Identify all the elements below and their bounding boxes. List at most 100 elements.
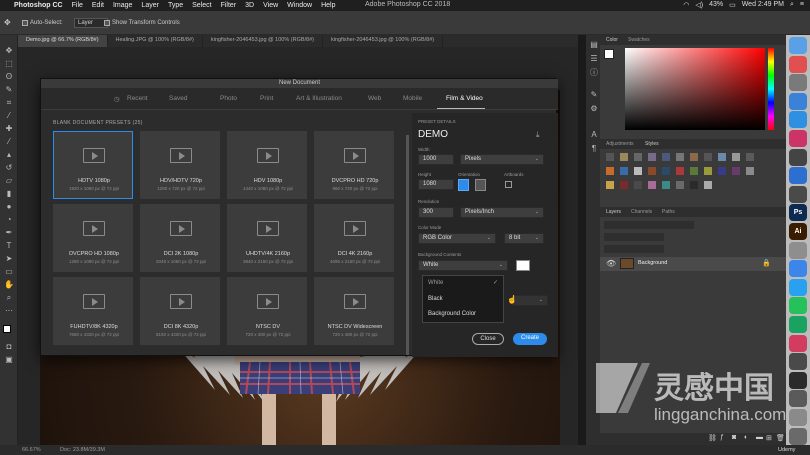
dock-app-icon[interactable] xyxy=(789,167,807,185)
dock-app-icon[interactable] xyxy=(789,316,807,333)
dock-app-icon[interactable] xyxy=(789,353,807,371)
menu-image[interactable]: Image xyxy=(113,2,132,9)
dock-app-icon[interactable] xyxy=(789,92,807,110)
width-unit-select[interactable]: Pixels ⌄ xyxy=(460,154,544,165)
clock[interactable]: Wed 2:49 PM xyxy=(742,1,784,9)
foreground-color-swatch[interactable] xyxy=(604,49,614,59)
eyedropper-tool-icon[interactable]: ⁄ xyxy=(4,112,14,120)
preset-card[interactable]: DCI 4K 2160p 4096 x 2160 px @ 72 ppi xyxy=(314,204,394,272)
stamp-tool-icon[interactable]: ▴ xyxy=(4,151,14,159)
close-button[interactable]: Close xyxy=(472,333,504,345)
height-input[interactable]: 1080 xyxy=(418,179,454,190)
dock-app-icon[interactable]: Ai xyxy=(789,223,807,240)
menu-help[interactable]: Help xyxy=(321,2,335,9)
portrait-orientation-icon[interactable] xyxy=(458,179,469,191)
info-panel-icon[interactable]: ⓘ xyxy=(589,69,599,77)
eraser-tool-icon[interactable]: ▱ xyxy=(4,177,14,185)
trash-icon[interactable]: 🗑 xyxy=(776,434,785,442)
dock-app-icon[interactable] xyxy=(789,260,807,278)
zoom-level[interactable]: 66.67% xyxy=(22,447,41,453)
styles-swatches[interactable] xyxy=(606,153,766,199)
layer-row-background[interactable]: 👁 Background 🔒 xyxy=(600,257,786,271)
tab-saved[interactable]: Saved xyxy=(169,95,187,102)
menu-file[interactable]: File xyxy=(72,2,83,9)
preset-card[interactable]: UHDTV/4K 2160p 3840 x 2160 px @ 72 ppi xyxy=(227,204,307,272)
fx-icon[interactable]: ƒ xyxy=(720,434,724,441)
character-panel-icon[interactable]: A xyxy=(589,131,599,139)
foreground-color-swatch[interactable] xyxy=(3,325,11,333)
menu-item-black[interactable]: Black xyxy=(423,292,503,307)
doc-tab-healing[interactable]: Healing.JPG @ 100% (RGB/8#) xyxy=(108,35,203,47)
dock-app-icon[interactable] xyxy=(789,278,807,296)
zoom-tool-icon[interactable]: ⌕ xyxy=(4,294,14,302)
tab-paths[interactable]: Paths xyxy=(662,209,675,215)
landscape-orientation-icon[interactable] xyxy=(475,179,486,191)
tab-film-video[interactable]: Film & Video xyxy=(446,95,483,102)
preset-card[interactable]: DVCPRO HD 1080p 1280 x 1080 px @ 72 ppi xyxy=(53,204,133,272)
dock-app-icon[interactable] xyxy=(789,130,807,147)
menu-list-icon[interactable]: ≡ xyxy=(800,1,804,9)
menu-view[interactable]: View xyxy=(263,2,278,9)
tab-recent[interactable]: Recent xyxy=(127,95,148,102)
menu-window[interactable]: Window xyxy=(287,2,312,9)
color-picker-field[interactable] xyxy=(625,48,765,130)
lasso-tool-icon[interactable]: ʘ xyxy=(4,73,14,81)
tab-web[interactable]: Web xyxy=(368,95,381,102)
menu-layer[interactable]: Layer xyxy=(141,2,159,9)
tab-channels[interactable]: Channels xyxy=(631,209,652,215)
properties-panel-icon[interactable]: ☰ xyxy=(589,55,599,63)
preset-card[interactable]: HDV 1080p 1440 x 1080 px @ 72 ppi xyxy=(227,131,307,199)
gradient-tool-icon[interactable]: ▮ xyxy=(4,190,14,198)
new-layer-icon[interactable]: ⊞ xyxy=(766,434,772,442)
healing-tool-icon[interactable]: ✚ xyxy=(4,125,14,133)
artboards-checkbox[interactable] xyxy=(505,181,512,188)
preset-card[interactable]: DVCPRO HD 720p 960 x 720 px @ 72 ppi xyxy=(314,131,394,199)
brush-panel-icon[interactable]: ✎ xyxy=(589,91,599,99)
volume-icon[interactable]: ◁) xyxy=(695,1,703,9)
adjustment-layer-icon[interactable]: ◐ xyxy=(744,434,748,441)
blur-tool-icon[interactable]: ● xyxy=(4,203,14,211)
dock-app-icon[interactable] xyxy=(789,55,807,73)
quick-mask-icon[interactable]: ◘ xyxy=(4,343,14,351)
brush-tool-icon[interactable]: ⁄ xyxy=(4,138,14,146)
background-color-swatch[interactable] xyxy=(516,260,530,271)
tab-color[interactable]: Color xyxy=(606,37,618,43)
dock-app-icon[interactable] xyxy=(789,371,807,389)
folder-icon[interactable]: ▬ xyxy=(756,434,763,441)
menu-edit[interactable]: Edit xyxy=(92,2,104,9)
color-mode-select[interactable]: RGB Color ⌄ xyxy=(418,233,496,244)
advanced-options-select[interactable]: ⌄ xyxy=(512,295,548,306)
pen-tool-icon[interactable]: ✒ xyxy=(4,229,14,237)
path-select-tool-icon[interactable]: ➤ xyxy=(4,255,14,263)
dock-app-icon[interactable] xyxy=(789,390,807,408)
document-name[interactable]: DEMO xyxy=(418,129,448,140)
dock-app-icon[interactable] xyxy=(789,37,807,54)
dock-app-icon[interactable] xyxy=(789,427,807,445)
dock-app-icon[interactable] xyxy=(789,185,807,203)
link-layers-icon[interactable]: ⛓ xyxy=(708,434,717,442)
bit-depth-select[interactable]: 8 bit ⌄ xyxy=(504,233,544,244)
lock-options[interactable] xyxy=(604,245,664,253)
eye-icon[interactable]: 👁 xyxy=(606,259,616,268)
tab-layers[interactable]: Layers xyxy=(606,209,621,215)
doc-tab-kingfisher-1[interactable]: kingfisher-2046453.jpg @ 100% (RGB/8#) xyxy=(203,35,323,47)
tab-swatches[interactable]: Swatches xyxy=(628,37,650,43)
tab-adjustments[interactable]: Adjustments xyxy=(606,141,634,147)
hand-tool-icon[interactable]: ✋ xyxy=(4,281,14,289)
crop-tool-icon[interactable]: ⌗ xyxy=(4,99,14,107)
preset-card[interactable]: HDV/HDTV 720p 1280 x 720 px @ 72 ppi xyxy=(140,131,220,199)
screen-mode-icon[interactable]: ▣ xyxy=(4,356,14,364)
menu-item-white[interactable]: White ✓ xyxy=(423,276,503,291)
tab-photo[interactable]: Photo xyxy=(220,95,237,102)
dock-app-icon[interactable] xyxy=(789,148,807,166)
clone-source-icon[interactable]: ⚙ xyxy=(589,105,599,113)
tab-styles[interactable]: Styles xyxy=(645,141,659,147)
presets-scrollbar[interactable] xyxy=(406,135,409,355)
mask-icon[interactable]: ◙ xyxy=(732,434,736,441)
move-tool-icon[interactable]: ✥ xyxy=(4,47,14,55)
preset-card[interactable]: NTSC DV 720 x 480 px @ 72 ppi xyxy=(227,277,307,345)
tab-mobile[interactable]: Mobile xyxy=(403,95,422,102)
menu-select[interactable]: Select xyxy=(192,2,211,9)
dock-app-icon[interactable]: Ps xyxy=(789,204,807,222)
auto-select-dropdown[interactable]: Layer xyxy=(74,18,108,28)
